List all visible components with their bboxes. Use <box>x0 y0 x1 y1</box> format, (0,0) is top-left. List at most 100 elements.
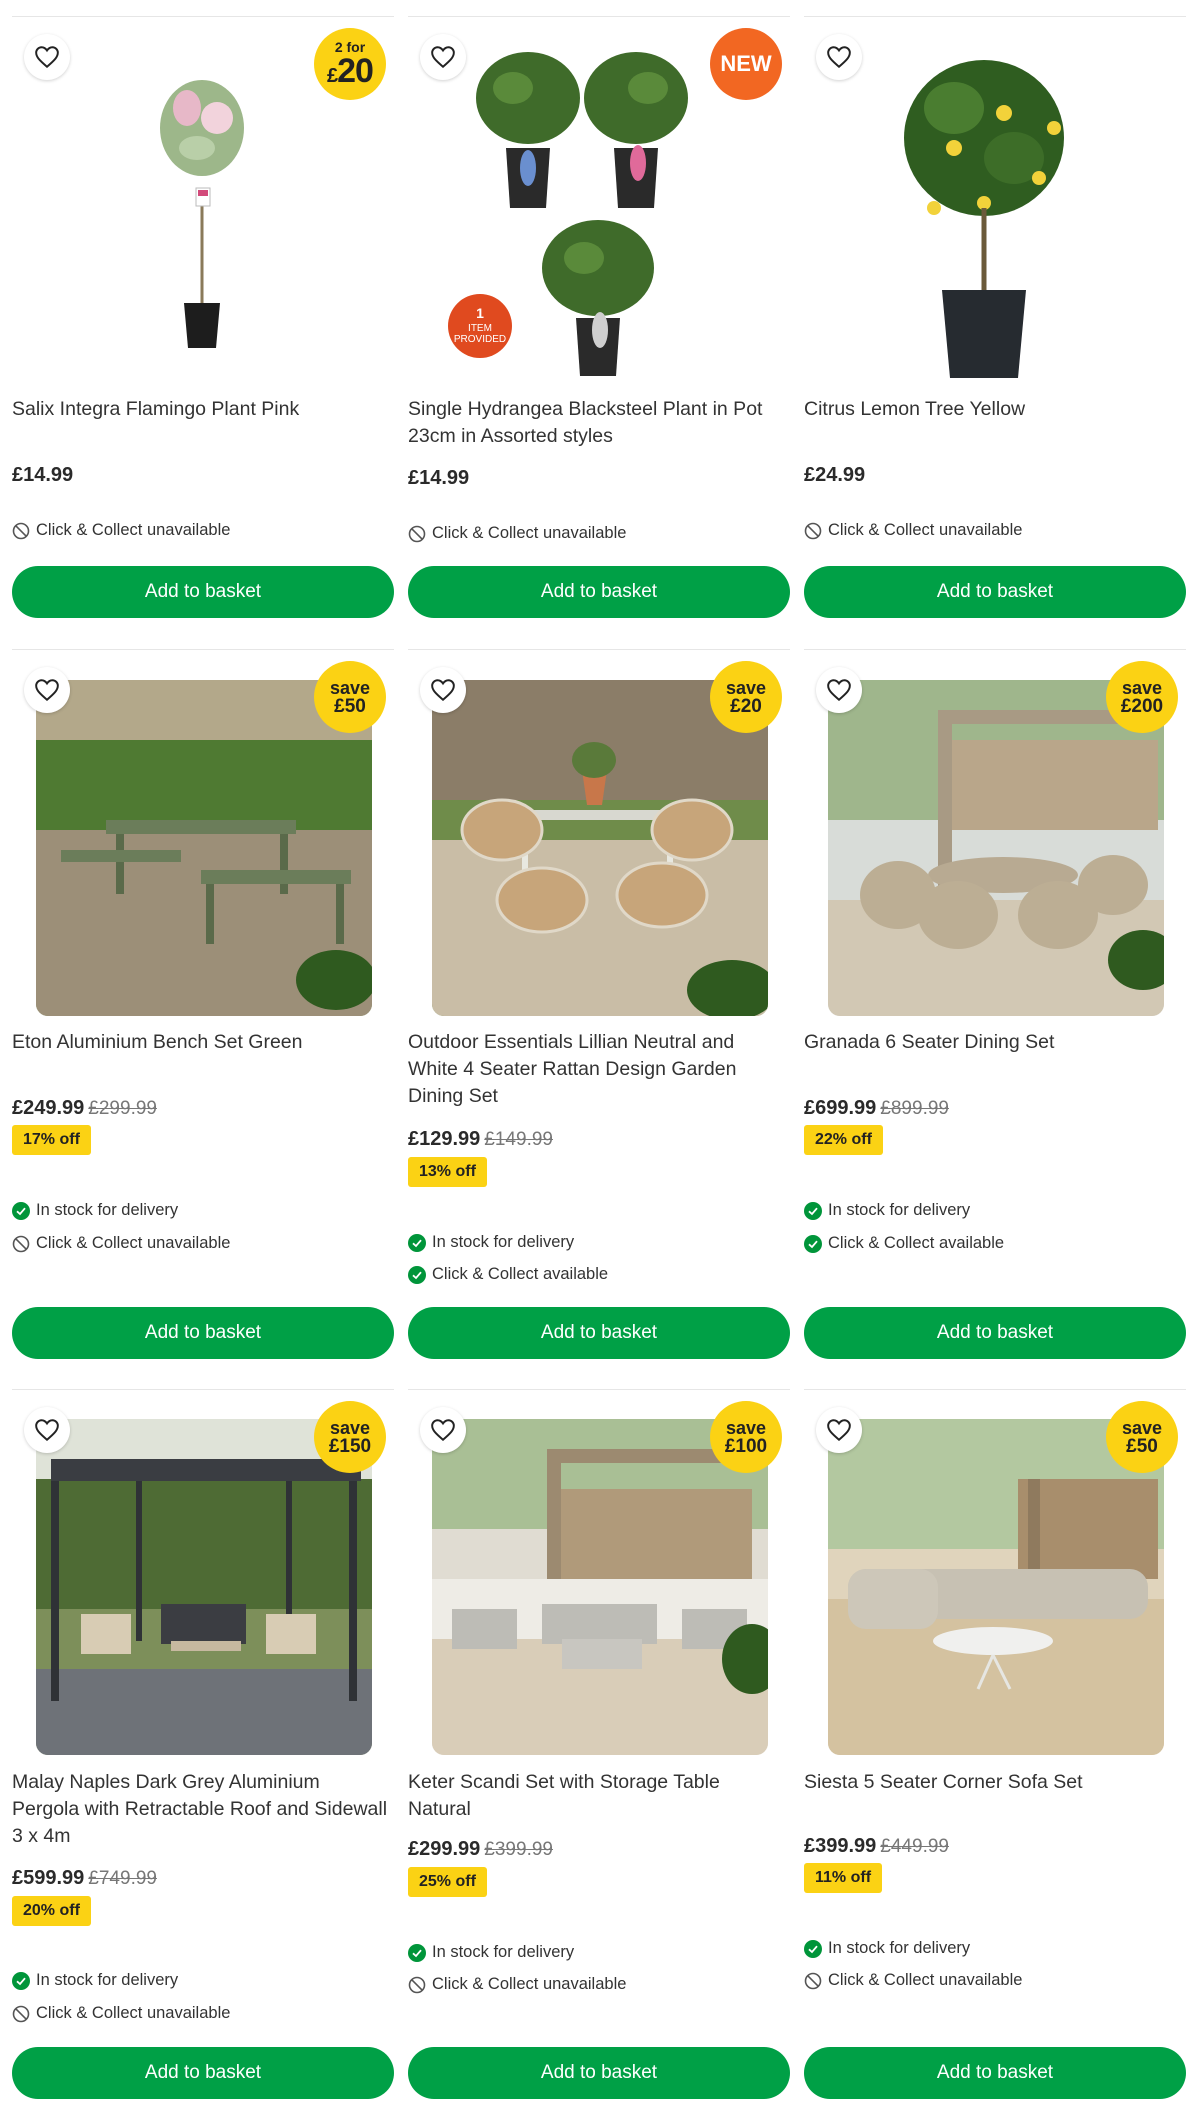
delivery-status: In stock for delivery <box>408 1943 574 1962</box>
add-to-basket-button[interactable]: Add to basket <box>12 566 394 618</box>
product-title[interactable]: Siesta 5 Seater Corner Sofa Set <box>804 1769 1184 1796</box>
product-title[interactable]: Citrus Lemon Tree Yellow <box>804 396 1184 423</box>
percent-off-badge: 11% off <box>804 1863 883 1893</box>
collect-status: Click & Collect unavailable <box>804 1971 1022 1990</box>
collect-status: Click & Collect unavailable <box>12 2004 230 2023</box>
product-title[interactable]: Single Hydrangea Blacksteel Plant in Pot… <box>408 396 788 450</box>
product-price: £24.99 <box>804 464 866 486</box>
check-circle-icon <box>408 1943 426 1962</box>
divider <box>804 649 1186 650</box>
percent-off-badge: 13% off <box>408 1157 487 1187</box>
divider <box>12 1389 394 1390</box>
add-to-basket-button[interactable]: Add to basket <box>12 2047 394 2099</box>
offer-badge: 2 for £20 <box>314 28 386 100</box>
no-entry-icon <box>408 525 426 542</box>
product-image[interactable] <box>828 680 1164 1016</box>
collect-status: Click & Collect unavailable <box>12 1234 230 1253</box>
percent-off-badge: 20% off <box>12 1896 91 1926</box>
product-image[interactable] <box>36 680 372 1016</box>
product-title[interactable]: Eton Aluminium Bench Set Green <box>12 1029 392 1056</box>
product-title[interactable]: Keter Scandi Set with Storage Table Natu… <box>408 1769 788 1823</box>
heart-outline-icon <box>431 46 455 69</box>
product-image[interactable] <box>804 18 1186 390</box>
divider <box>408 1389 790 1390</box>
collect-status: Click & Collect available <box>408 1265 608 1284</box>
favourite-button[interactable] <box>816 667 862 713</box>
check-circle-icon <box>12 1201 30 1220</box>
collect-status: Click & Collect unavailable <box>408 524 626 543</box>
add-to-basket-button[interactable]: Add to basket <box>408 2047 790 2099</box>
sticker-line2: PROVIDED <box>454 334 506 345</box>
collect-status: Click & Collect unavailable <box>12 521 230 540</box>
save-badge: save £50 <box>1106 1401 1178 1473</box>
favourite-button[interactable] <box>420 34 466 80</box>
delivery-status: In stock for delivery <box>12 1201 178 1220</box>
no-entry-icon <box>804 1972 822 1989</box>
product-title[interactable]: Malay Naples Dark Grey Aluminium Pergola… <box>12 1769 392 1850</box>
heart-outline-icon <box>827 46 851 69</box>
product-price: £399.99 £449.99 <box>804 1835 949 1857</box>
collect-status: Click & Collect unavailable <box>804 521 1022 540</box>
delivery-status: In stock for delivery <box>408 1233 574 1252</box>
heart-outline-icon <box>431 679 455 702</box>
check-circle-icon <box>804 1939 822 1958</box>
percent-off-badge: 22% off <box>804 1125 883 1155</box>
favourite-button[interactable] <box>420 667 466 713</box>
divider <box>408 649 790 650</box>
save-badge: save £50 <box>314 661 386 733</box>
product-title[interactable]: Salix Integra Flamingo Plant Pink <box>12 396 392 423</box>
product-image[interactable] <box>432 1419 768 1755</box>
collect-status: Click & Collect available <box>804 1234 1004 1253</box>
divider <box>12 649 394 650</box>
check-circle-icon <box>408 1233 426 1252</box>
favourite-button[interactable] <box>816 34 862 80</box>
product-title[interactable]: Granada 6 Seater Dining Set <box>804 1029 1184 1056</box>
no-entry-icon <box>408 1976 426 1993</box>
check-circle-icon <box>804 1201 822 1220</box>
sticker-line1: ITEM <box>468 323 492 334</box>
add-to-basket-button[interactable]: Add to basket <box>804 566 1186 618</box>
collect-status: Click & Collect unavailable <box>408 1975 626 1994</box>
save-badge: save £100 <box>710 1401 782 1473</box>
product-image[interactable] <box>828 1419 1164 1755</box>
check-circle-icon <box>12 1971 30 1990</box>
save-badge: save £20 <box>710 661 782 733</box>
heart-outline-icon <box>827 1419 851 1442</box>
product-price: £699.99 £899.99 <box>804 1097 949 1119</box>
product-image[interactable] <box>36 1419 372 1755</box>
no-entry-icon <box>12 1235 30 1252</box>
new-badge: NEW <box>710 28 782 100</box>
add-to-basket-button[interactable]: Add to basket <box>804 2047 1186 2099</box>
delivery-status: In stock for delivery <box>12 1971 178 1990</box>
favourite-button[interactable] <box>420 1407 466 1453</box>
add-to-basket-button[interactable]: Add to basket <box>804 1307 1186 1359</box>
add-to-basket-button[interactable]: Add to basket <box>408 566 790 618</box>
check-circle-icon <box>408 1265 426 1284</box>
product-price: £299.99 £399.99 <box>408 1838 553 1860</box>
favourite-button[interactable] <box>24 34 70 80</box>
product-price: £599.99 £749.99 <box>12 1867 157 1889</box>
heart-outline-icon <box>35 679 59 702</box>
delivery-status: In stock for delivery <box>804 1201 970 1220</box>
product-price: £249.99 £299.99 <box>12 1097 157 1119</box>
heart-outline-icon <box>431 1419 455 1442</box>
delivery-status: In stock for delivery <box>804 1939 970 1958</box>
product-image[interactable] <box>432 680 768 1016</box>
save-badge: save £150 <box>314 1401 386 1473</box>
check-circle-icon <box>804 1234 822 1253</box>
add-to-basket-button[interactable]: Add to basket <box>12 1307 394 1359</box>
favourite-button[interactable] <box>816 1407 862 1453</box>
favourite-button[interactable] <box>24 1407 70 1453</box>
favourite-button[interactable] <box>24 667 70 713</box>
product-price: £129.99 £149.99 <box>408 1128 553 1150</box>
divider <box>12 16 394 17</box>
add-to-basket-button[interactable]: Add to basket <box>408 1307 790 1359</box>
heart-outline-icon <box>35 46 59 69</box>
no-entry-icon <box>12 522 30 539</box>
divider <box>804 1389 1186 1390</box>
percent-off-badge: 25% off <box>408 1867 487 1897</box>
product-price: £14.99 <box>12 464 74 486</box>
save-badge: save £200 <box>1106 661 1178 733</box>
product-title[interactable]: Outdoor Essentials Lillian Neutral and W… <box>408 1029 788 1110</box>
heart-outline-icon <box>827 679 851 702</box>
